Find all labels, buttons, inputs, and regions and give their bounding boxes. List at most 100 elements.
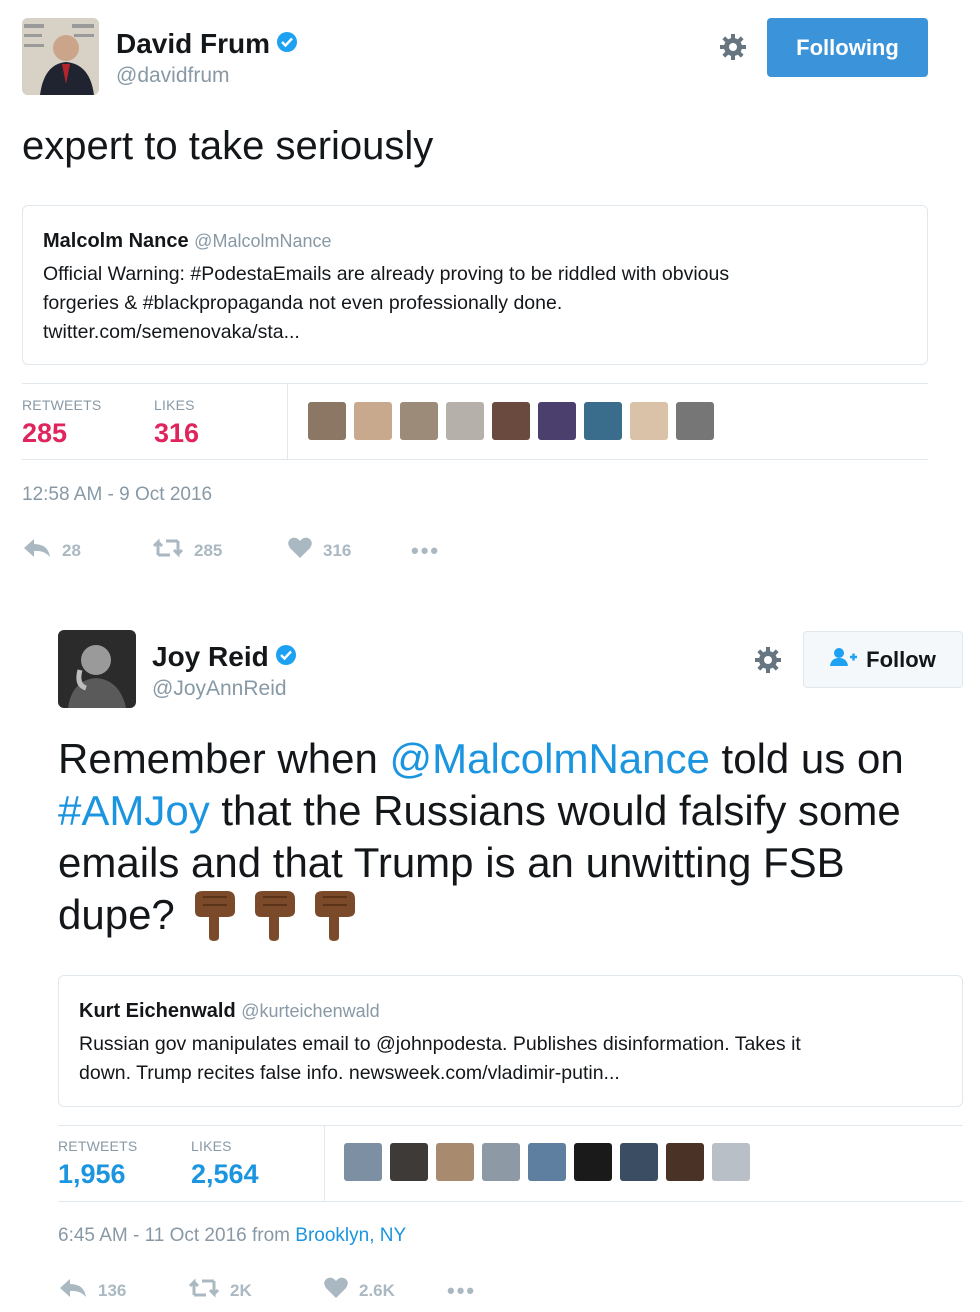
action-bar: 28 285 316 ••• — [22, 536, 440, 565]
author-handle[interactable]: @davidfrum — [116, 64, 230, 88]
quoted-name: Kurt Eichenwald — [79, 1000, 236, 1022]
likes-count[interactable]: 316 — [154, 418, 199, 449]
quoted-line: forgeries & #blackpropaganda not even pr… — [43, 292, 563, 314]
liker-avatar[interactable] — [482, 1143, 520, 1181]
divider — [324, 1125, 325, 1201]
reply-count: 136 — [98, 1280, 127, 1300]
heart-icon — [323, 1276, 349, 1305]
reply-icon — [58, 1277, 88, 1304]
pointing-down-emoji — [191, 889, 357, 941]
retweets-count[interactable]: 1,956 — [58, 1159, 126, 1190]
tweet-line: emails and that Trump is an unwitting FS… — [58, 839, 845, 886]
follow-button[interactable]: Follow — [803, 631, 963, 688]
liker-avatar[interactable] — [528, 1143, 566, 1181]
likes-count[interactable]: 2,564 — [191, 1159, 259, 1190]
author-name-text: Joy Reid — [152, 641, 269, 672]
verified-badge-icon — [276, 28, 298, 60]
retweet-action[interactable]: 2K — [188, 1277, 323, 1304]
liker-avatar[interactable] — [354, 402, 392, 440]
liker-avatar[interactable] — [630, 402, 668, 440]
likes-label: LIKES — [154, 397, 195, 413]
retweet-count: 285 — [194, 540, 223, 560]
quoted-header: Malcolm Nance @MalcolmNance — [43, 230, 331, 253]
quoted-handle: @MalcolmNance — [194, 231, 332, 251]
liker-avatar[interactable] — [620, 1143, 658, 1181]
action-bar: 136 2K 2.6K ••• — [58, 1276, 476, 1305]
author-name[interactable]: Joy Reid — [152, 641, 297, 673]
quoted-handle: @kurteichenwald — [241, 1001, 380, 1021]
divider — [287, 383, 288, 459]
divider — [58, 1125, 963, 1126]
liker-avatars — [344, 1143, 750, 1181]
author-name-text: David Frum — [116, 28, 271, 59]
reply-action[interactable]: 28 — [22, 537, 152, 564]
avatar[interactable] — [58, 630, 136, 708]
timestamp-text[interactable]: 6:45 AM - 11 Oct 2016 from — [58, 1225, 295, 1246]
hashtag-link[interactable]: #AMJoy — [58, 787, 210, 834]
retweet-icon — [152, 537, 184, 564]
more-icon[interactable]: ••• — [447, 1278, 476, 1304]
author-name[interactable]: David Frum — [116, 28, 298, 60]
follow-person-icon — [830, 647, 858, 673]
liker-avatar[interactable] — [676, 402, 714, 440]
liker-avatar[interactable] — [446, 402, 484, 440]
retweet-action[interactable]: 285 — [152, 537, 287, 564]
reply-count: 28 — [62, 540, 81, 560]
gear-icon[interactable] — [718, 32, 748, 67]
retweet-icon — [188, 1277, 220, 1304]
liker-avatar[interactable] — [712, 1143, 750, 1181]
divider — [58, 1201, 963, 1202]
retweets-label: RETWEETS — [22, 397, 102, 413]
mention-link[interactable]: @MalcolmNance — [389, 735, 709, 782]
follow-button-label: Follow — [866, 646, 936, 672]
like-count: 2.6K — [359, 1280, 395, 1300]
like-action[interactable]: 316 — [287, 536, 411, 565]
quoted-tweet[interactable]: Malcolm Nance @MalcolmNance Official War… — [22, 205, 928, 365]
following-button[interactable]: Following — [767, 18, 928, 77]
quoted-line: Official Warning: #PodestaEmails are alr… — [43, 263, 730, 285]
timestamp: 6:45 AM - 11 Oct 2016 from Brooklyn, NY — [58, 1225, 406, 1247]
text-segment: told us on — [709, 735, 904, 782]
verified-badge-icon — [275, 641, 297, 673]
like-action[interactable]: 2.6K — [323, 1276, 447, 1305]
liker-avatar[interactable] — [584, 402, 622, 440]
divider — [22, 383, 928, 384]
quoted-tweet[interactable]: Kurt Eichenwald @kurteichenwald Russian … — [58, 975, 963, 1107]
avatar[interactable] — [22, 18, 99, 95]
liker-avatar[interactable] — [538, 402, 576, 440]
heart-icon — [287, 536, 313, 565]
more-icon[interactable]: ••• — [411, 538, 440, 564]
liker-avatar[interactable] — [400, 402, 438, 440]
tweet-line: Remember when @MalcolmNance told us on — [58, 733, 958, 785]
likes-label: LIKES — [191, 1138, 232, 1154]
tweet-line: #AMJoy that the Russians would falsify s… — [58, 785, 958, 837]
reply-icon — [22, 537, 52, 564]
timestamp[interactable]: 12:58 AM - 9 Oct 2016 — [22, 484, 212, 506]
tweet-line: dupe? — [58, 889, 958, 941]
liker-avatar[interactable] — [390, 1143, 428, 1181]
liker-avatar[interactable] — [666, 1143, 704, 1181]
retweet-count: 2K — [230, 1280, 252, 1300]
gear-icon[interactable] — [753, 645, 783, 680]
quoted-header: Kurt Eichenwald @kurteichenwald — [79, 1000, 380, 1023]
tweet-david-frum: David Frum @davidfrum Following expert t… — [0, 0, 980, 590]
like-count: 316 — [323, 540, 352, 560]
liker-avatar[interactable] — [344, 1143, 382, 1181]
tweet-text: expert to take seriously — [22, 124, 434, 168]
text-segment: that the Russians would falsify some — [209, 787, 901, 834]
liker-avatar[interactable] — [308, 402, 346, 440]
liker-avatars — [308, 402, 714, 440]
quoted-name: Malcolm Nance — [43, 230, 189, 252]
retweets-count[interactable]: 285 — [22, 418, 67, 449]
reply-action[interactable]: 136 — [58, 1277, 188, 1304]
divider — [22, 459, 928, 460]
author-handle[interactable]: @JoyAnnReid — [152, 677, 287, 701]
quoted-line: twitter.com/semenovaka/sta... — [43, 321, 300, 343]
liker-avatar[interactable] — [492, 402, 530, 440]
retweets-label: RETWEETS — [58, 1138, 138, 1154]
quoted-text: Russian gov manipulates email to @johnpo… — [79, 1030, 949, 1088]
liker-avatar[interactable] — [574, 1143, 612, 1181]
liker-avatar[interactable] — [436, 1143, 474, 1181]
tweet-joy-reid: Joy Reid @JoyAnnReid Follow Remember whe… — [0, 605, 980, 1312]
location-link[interactable]: Brooklyn, NY — [295, 1225, 406, 1246]
